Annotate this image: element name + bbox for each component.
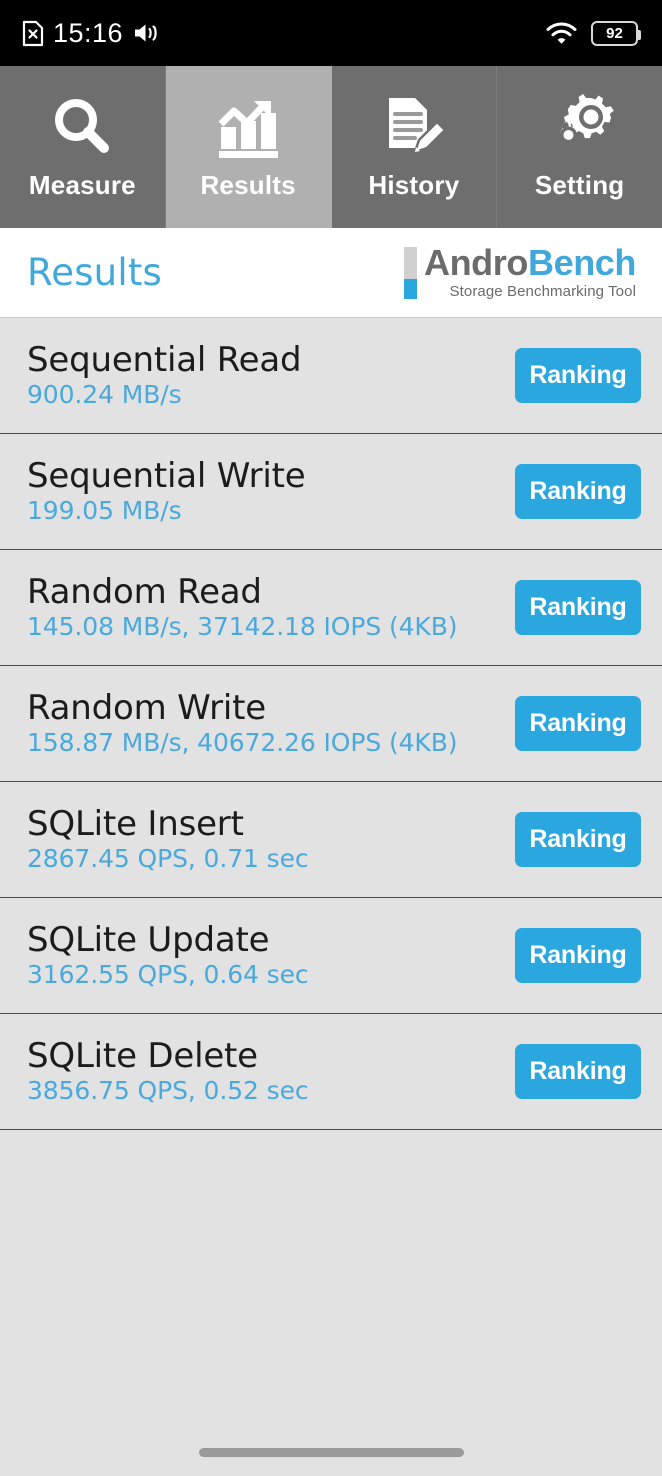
logo-word-andro: Andro <box>423 242 528 284</box>
row-texts: SQLite Delete 3856.75 QPS, 0.52 sec <box>27 1037 309 1106</box>
bar-chart-up-icon <box>203 88 293 166</box>
tab-measure-label: Measure <box>28 170 136 200</box>
result-name: Random Write <box>27 688 266 729</box>
logo-bar-icon <box>403 246 417 299</box>
tab-setting-label: Setting <box>534 170 625 200</box>
home-gesture-pill[interactable] <box>198 1447 464 1457</box>
result-name: Sequential Read <box>27 340 302 381</box>
status-bar-clock: 15:16 <box>53 17 124 48</box>
sim-off-icon <box>22 20 44 47</box>
tab-results[interactable]: Results <box>165 66 332 228</box>
table-row[interactable]: SQLite Delete 3856.75 QPS, 0.52 sec Rank… <box>0 1014 662 1130</box>
androbench-logo: AndroBench Storage Benchmarking Tool <box>403 242 636 300</box>
results-list: Sequential Read 900.24 MB/s Ranking Sequ… <box>0 318 662 1428</box>
table-row[interactable]: Random Write 158.87 MB/s, 40672.26 IOPS … <box>0 666 662 782</box>
phone-screen: 15:16 92 Measure Results History Setting… <box>0 0 662 1476</box>
table-row[interactable]: SQLite Update 3162.55 QPS, 0.64 sec Rank… <box>0 898 662 1014</box>
logo-word-bench: Bench <box>527 242 636 284</box>
result-name: SQLite Delete <box>27 1036 258 1077</box>
row-texts: Random Read 145.08 MB/s, 37142.18 IOPS (… <box>27 572 458 642</box>
result-value: 2867.45 QPS, 0.71 sec <box>27 844 309 874</box>
result-value: 158.87 MB/s, 40672.26 IOPS (4KB) <box>27 728 458 758</box>
ranking-button[interactable]: Ranking <box>515 812 641 867</box>
result-name: Random Read <box>27 572 262 613</box>
row-texts: SQLite Insert 2867.45 QPS, 0.71 sec <box>27 805 309 874</box>
row-texts: Sequential Write 199.05 MB/s <box>27 457 306 526</box>
tab-measure[interactable]: Measure <box>0 66 166 228</box>
result-value: 900.24 MB/s <box>27 380 182 410</box>
row-texts: SQLite Update 3162.55 QPS, 0.64 sec <box>27 921 309 990</box>
logo-text: AndroBench Storage Benchmarking Tool <box>423 242 636 300</box>
result-value: 3162.55 QPS, 0.64 sec <box>27 960 309 990</box>
app-header: Results AndroBench Storage Benchmarking … <box>0 228 662 318</box>
result-name: SQLite Update <box>27 920 270 961</box>
ranking-button[interactable]: Ranking <box>515 464 641 519</box>
battery-icon: 92 <box>591 20 641 46</box>
document-pencil-icon <box>369 88 459 166</box>
result-name: SQLite Insert <box>27 804 244 845</box>
ranking-button[interactable]: Ranking <box>515 928 641 983</box>
result-name: Sequential Write <box>27 456 306 497</box>
magnifier-icon <box>37 88 127 166</box>
result-value: 199.05 MB/s <box>27 496 182 526</box>
tab-history[interactable]: History <box>331 66 498 228</box>
result-value: 145.08 MB/s, 37142.18 IOPS (4KB) <box>27 612 458 642</box>
status-bar: 15:16 92 <box>0 0 662 66</box>
battery-level-text: 92 <box>606 24 623 42</box>
table-row[interactable]: Sequential Write 199.05 MB/s Ranking <box>0 434 662 550</box>
table-row[interactable]: SQLite Insert 2867.45 QPS, 0.71 sec Rank… <box>0 782 662 898</box>
logo-subtitle: Storage Benchmarking Tool <box>449 282 636 300</box>
row-texts: Sequential Read 900.24 MB/s <box>27 340 302 410</box>
result-value: 3856.75 QPS, 0.52 sec <box>27 1076 309 1106</box>
gears-icon <box>535 88 625 166</box>
tab-setting[interactable]: Setting <box>497 66 662 228</box>
status-bar-right: 92 <box>546 20 641 46</box>
tab-results-label: Results <box>200 170 296 200</box>
volume-icon <box>132 21 160 45</box>
status-bar-left: 15:16 <box>22 17 160 48</box>
gesture-nav-bar <box>0 1428 662 1476</box>
page-title: Results <box>27 251 163 294</box>
table-row[interactable]: Random Read 145.08 MB/s, 37142.18 IOPS (… <box>0 550 662 666</box>
ranking-button[interactable]: Ranking <box>515 696 641 751</box>
logo-wordmark: AndroBench <box>423 242 636 284</box>
table-row[interactable]: Sequential Read 900.24 MB/s Ranking <box>0 318 662 434</box>
ranking-button[interactable]: Ranking <box>515 1044 641 1099</box>
wifi-icon <box>546 21 577 45</box>
main-tab-bar: Measure Results History Setting <box>0 66 662 228</box>
ranking-button[interactable]: Ranking <box>515 348 641 403</box>
row-texts: Random Write 158.87 MB/s, 40672.26 IOPS … <box>27 688 458 758</box>
ranking-button[interactable]: Ranking <box>515 580 641 635</box>
tab-history-label: History <box>368 170 460 200</box>
